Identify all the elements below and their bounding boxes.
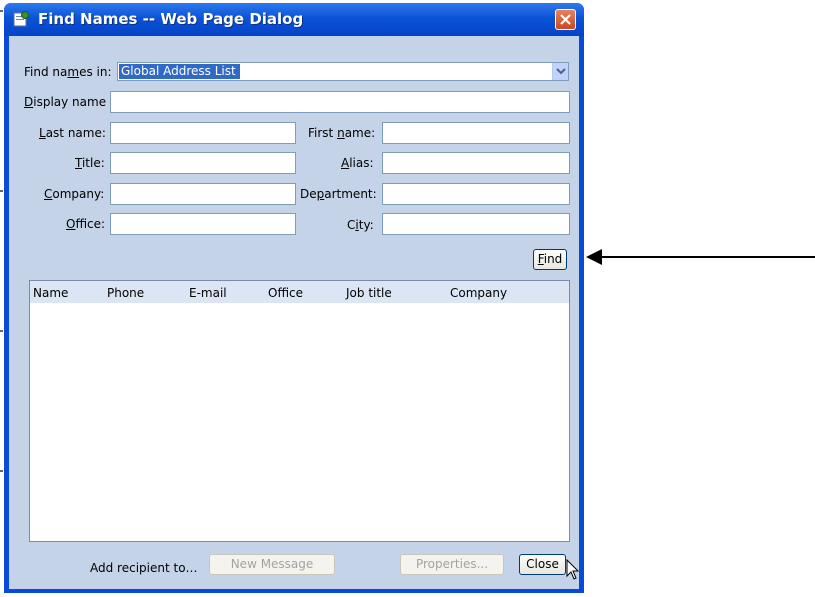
column-header-name[interactable]: Name bbox=[33, 286, 68, 300]
dialog-body: Find names in: Global Address List Displ… bbox=[9, 36, 579, 589]
office-label: Office: bbox=[66, 217, 106, 231]
find-names-dialog: Find Names -- Web Page Dialog Find names… bbox=[4, 3, 584, 593]
close-icon bbox=[560, 14, 571, 25]
edge-mark bbox=[0, 190, 3, 192]
city-input[interactable] bbox=[382, 213, 570, 235]
find-button[interactable]: Find bbox=[533, 249, 567, 270]
company-label: Company: bbox=[44, 187, 105, 201]
alias-input[interactable] bbox=[382, 152, 570, 174]
results-header: Name Phone E-mail Office Job title Compa… bbox=[30, 281, 569, 303]
annotation-arrow-line bbox=[600, 256, 815, 258]
column-header-job-title[interactable]: Job title bbox=[346, 286, 392, 300]
last-name-label: Last name: bbox=[39, 126, 106, 140]
office-input[interactable] bbox=[110, 213, 296, 235]
column-header-phone[interactable]: Phone bbox=[107, 286, 144, 300]
title-input[interactable] bbox=[110, 152, 296, 174]
city-label: City: bbox=[347, 218, 374, 232]
display-name-input[interactable] bbox=[110, 91, 570, 113]
display-name-label: Display name bbox=[24, 95, 107, 109]
results-list[interactable]: Name Phone E-mail Office Job title Compa… bbox=[29, 280, 570, 542]
new-message-button[interactable]: New Message bbox=[209, 554, 335, 575]
column-header-company[interactable]: Company bbox=[450, 286, 507, 300]
alias-label: Alias: bbox=[341, 156, 374, 170]
annotation-arrow-head bbox=[586, 249, 602, 265]
last-name-input[interactable] bbox=[110, 122, 296, 144]
chevron-down-icon bbox=[556, 68, 566, 75]
edge-mark bbox=[0, 470, 3, 472]
web-page-icon bbox=[13, 11, 29, 27]
mouse-pointer-icon bbox=[566, 559, 580, 580]
first-name-input[interactable] bbox=[382, 122, 570, 144]
close-button[interactable]: Close bbox=[519, 554, 566, 575]
department-label: Department: bbox=[300, 187, 377, 201]
address-list-selected-value: Global Address List bbox=[119, 64, 240, 79]
column-header-email[interactable]: E-mail bbox=[189, 286, 227, 300]
find-names-in-label: Find names in: bbox=[24, 65, 112, 79]
company-input[interactable] bbox=[110, 183, 296, 205]
title-label: Title: bbox=[75, 156, 105, 170]
properties-button[interactable]: Properties... bbox=[400, 554, 504, 575]
title-bar[interactable]: Find Names -- Web Page Dialog bbox=[4, 3, 584, 36]
edge-mark bbox=[0, 10, 3, 12]
add-recipient-label: Add recipient to… bbox=[90, 561, 198, 575]
close-window-button[interactable] bbox=[555, 9, 576, 30]
dropdown-button[interactable] bbox=[552, 63, 568, 80]
address-list-select[interactable]: Global Address List bbox=[117, 62, 569, 81]
first-name-label: First name: bbox=[308, 126, 376, 140]
department-input[interactable] bbox=[382, 183, 570, 205]
column-header-office[interactable]: Office bbox=[268, 286, 303, 300]
edge-mark bbox=[0, 330, 3, 332]
window-title: Find Names -- Web Page Dialog bbox=[38, 10, 304, 28]
